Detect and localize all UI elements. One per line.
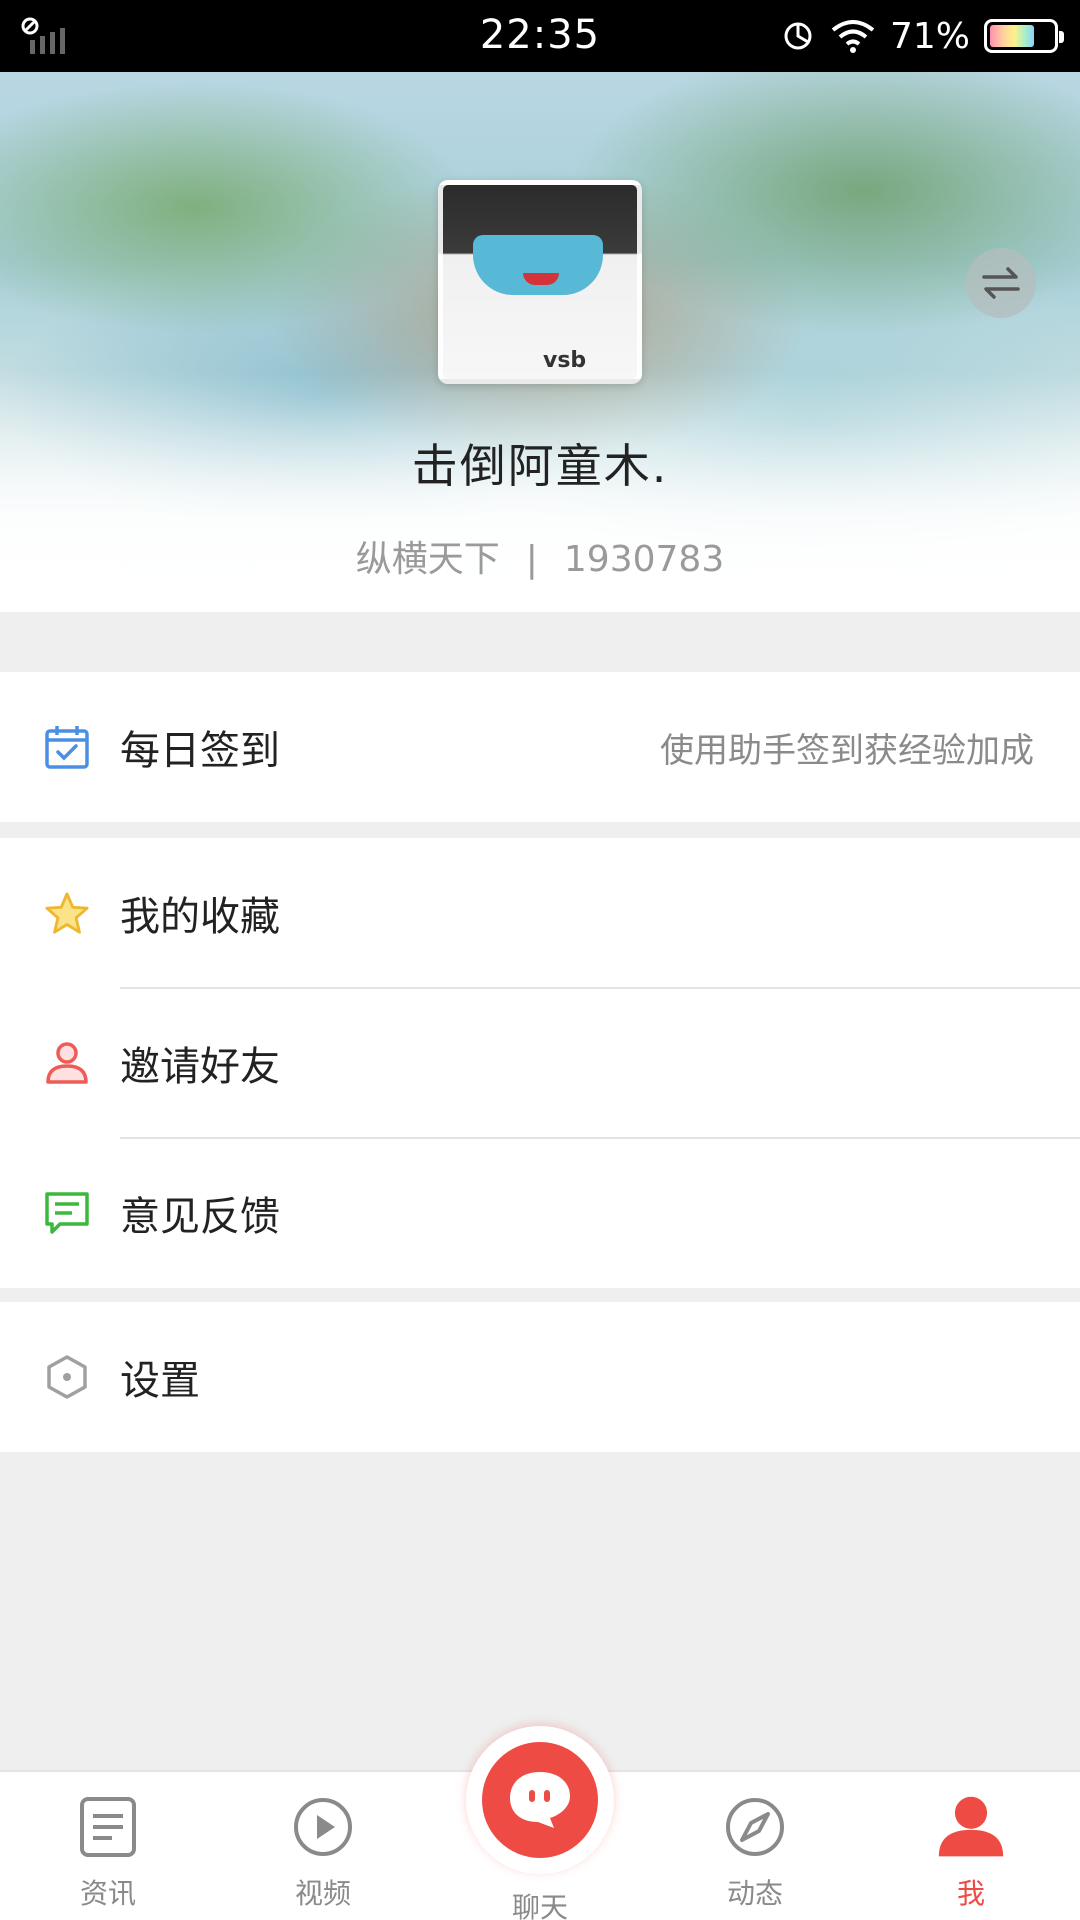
checkin-hint: 使用助手签到获经验加成 xyxy=(660,730,1034,771)
hexagon-gear-icon xyxy=(44,1354,90,1400)
swap-icon xyxy=(982,267,1020,299)
star-icon xyxy=(44,890,90,936)
status-bar: 22:35 71% xyxy=(0,0,1080,72)
avatar[interactable]: vsb xyxy=(438,180,642,384)
rotation-lock-icon xyxy=(784,22,812,50)
user-icon xyxy=(936,1792,1006,1862)
settings-section: 设置 xyxy=(0,1302,1080,1452)
avatar-mask-detail xyxy=(473,235,603,295)
battery-fill xyxy=(990,25,1035,47)
play-icon xyxy=(288,1792,358,1862)
battery-percent: 71% xyxy=(889,15,970,57)
tab-me-label: 我 xyxy=(956,1877,985,1910)
server-info: 纵横天下 | 1930783 xyxy=(0,530,1080,582)
calendar-check-icon xyxy=(44,724,90,770)
news-icon xyxy=(73,1792,143,1862)
checkin-section: 每日签到 使用助手签到获经验加成 xyxy=(0,672,1080,822)
tab-news-label: 资讯 xyxy=(79,1877,136,1910)
tab-moments[interactable]: 动态 xyxy=(675,1772,835,1920)
switch-account-button[interactable] xyxy=(966,248,1036,318)
favorites-label: 我的收藏 xyxy=(120,894,280,940)
tab-chat-label: 聊天 xyxy=(511,1891,568,1920)
tab-me[interactable]: 我 xyxy=(891,1772,1051,1920)
daily-checkin-row[interactable]: 每日签到 使用助手签到获经验加成 xyxy=(0,672,1080,822)
invite-friends-row[interactable]: 邀请好友 xyxy=(0,988,1080,1138)
tab-moments-label: 动态 xyxy=(726,1877,783,1910)
user-id: 1930783 xyxy=(563,539,725,580)
tab-video[interactable]: 视频 xyxy=(243,1772,403,1920)
avatar-shirt-text: vsb xyxy=(543,348,587,373)
checkin-label: 每日签到 xyxy=(120,728,280,774)
settings-label: 设置 xyxy=(120,1358,200,1404)
battery-icon xyxy=(984,19,1064,53)
chat-bubble-icon xyxy=(482,1742,598,1858)
server-name: 纵横天下 xyxy=(355,539,500,580)
message-icon xyxy=(44,1190,90,1236)
compass-icon xyxy=(720,1792,790,1862)
info-separator: | xyxy=(525,539,538,580)
favorites-row[interactable]: 我的收藏 xyxy=(0,838,1080,988)
person-icon xyxy=(44,1040,90,1086)
tab-news[interactable]: 资讯 xyxy=(28,1772,188,1920)
invite-label: 邀请好友 xyxy=(120,1044,280,1090)
wifi-icon xyxy=(831,20,875,53)
feedback-label: 意见反馈 xyxy=(120,1194,280,1240)
tab-video-label: 视频 xyxy=(294,1877,351,1910)
main-menu-section: 我的收藏 邀请好友 意见反馈 xyxy=(0,838,1080,1288)
settings-row[interactable]: 设置 xyxy=(0,1302,1080,1452)
username: 击倒阿童木. xyxy=(411,439,669,493)
feedback-row[interactable]: 意见反馈 xyxy=(0,1138,1080,1288)
tab-chat[interactable] xyxy=(466,1726,614,1874)
